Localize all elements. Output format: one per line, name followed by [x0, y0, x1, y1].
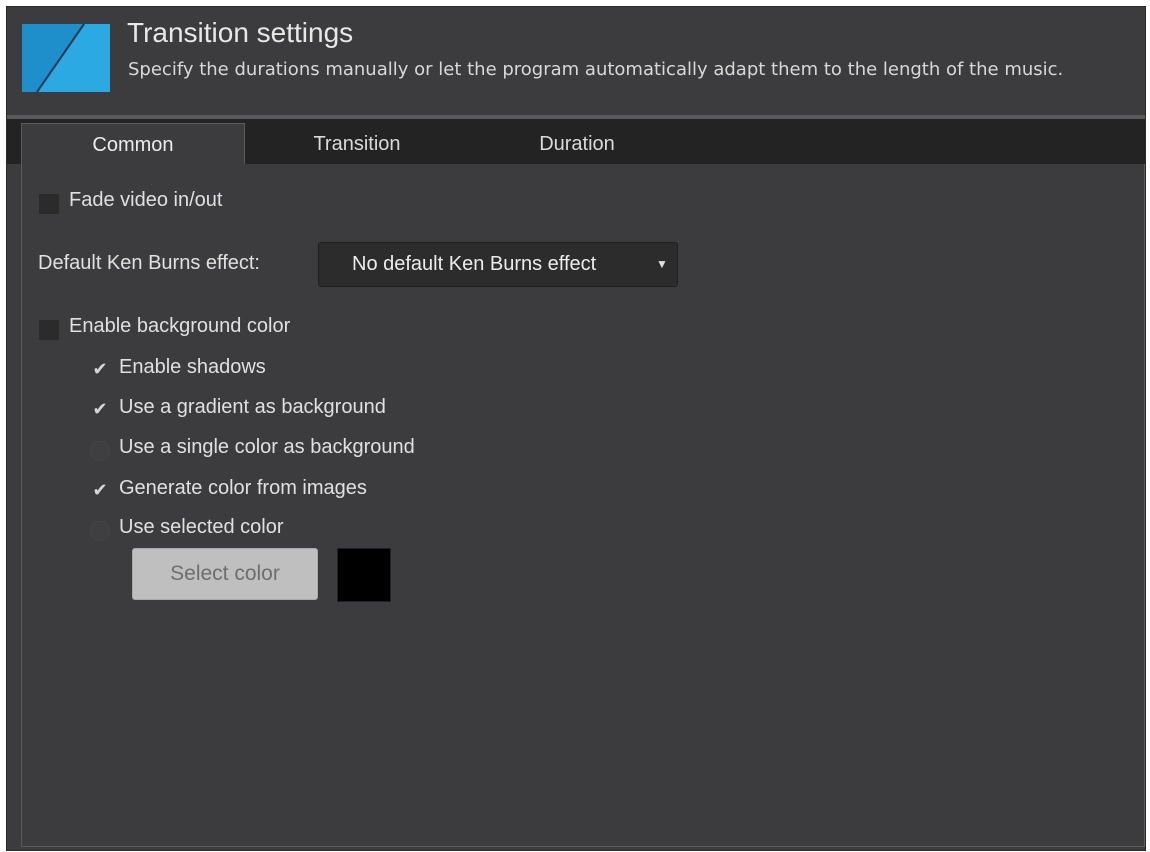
- ken-burns-selected-value: No default Ken Burns effect: [352, 253, 597, 275]
- common-tab-panel: Fade video in/out Default Ken Burns effe…: [21, 164, 1145, 847]
- enable-shadows-label: Enable shadows: [119, 356, 266, 378]
- dialog-header: Transition settings Specify the duration…: [7, 7, 1145, 115]
- generate-color-radio[interactable]: ✔: [89, 481, 111, 501]
- use-selected-color-label: Use selected color: [119, 516, 284, 538]
- tab-transition[interactable]: Transition: [277, 123, 437, 164]
- selected-color-swatch[interactable]: [337, 548, 391, 602]
- fade-video-label: Fade video in/out: [69, 189, 223, 211]
- tab-bar: Common Transition Duration: [7, 119, 1145, 164]
- tab-common[interactable]: Common: [21, 123, 245, 164]
- select-color-button[interactable]: Select color: [132, 548, 318, 600]
- use-selected-color-radio[interactable]: [90, 521, 110, 541]
- use-single-color-label: Use a single color as background: [119, 436, 415, 458]
- enable-shadows-checkbox[interactable]: ✔: [89, 360, 111, 380]
- enable-background-color-label: Enable background color: [69, 315, 291, 337]
- ken-burns-label: Default Ken Burns effect:: [38, 252, 260, 274]
- transition-settings-window: Transition settings Specify the duration…: [6, 6, 1146, 851]
- tab-duration[interactable]: Duration: [497, 123, 657, 164]
- chevron-down-icon: ▼: [656, 257, 668, 271]
- use-gradient-radio[interactable]: ✔: [89, 400, 111, 420]
- dialog-subtitle: Specify the durations manually or let th…: [128, 59, 1064, 80]
- generate-color-label: Generate color from images: [119, 477, 367, 499]
- dialog-title: Transition settings: [127, 17, 354, 48]
- use-single-color-radio[interactable]: [90, 441, 110, 461]
- use-gradient-label: Use a gradient as background: [119, 396, 386, 418]
- ken-burns-dropdown[interactable]: No default Ken Burns effect ▼: [318, 242, 678, 287]
- enable-background-color-checkbox[interactable]: [39, 320, 59, 340]
- app-logo-icon: [22, 24, 110, 92]
- fade-video-checkbox[interactable]: [39, 194, 59, 214]
